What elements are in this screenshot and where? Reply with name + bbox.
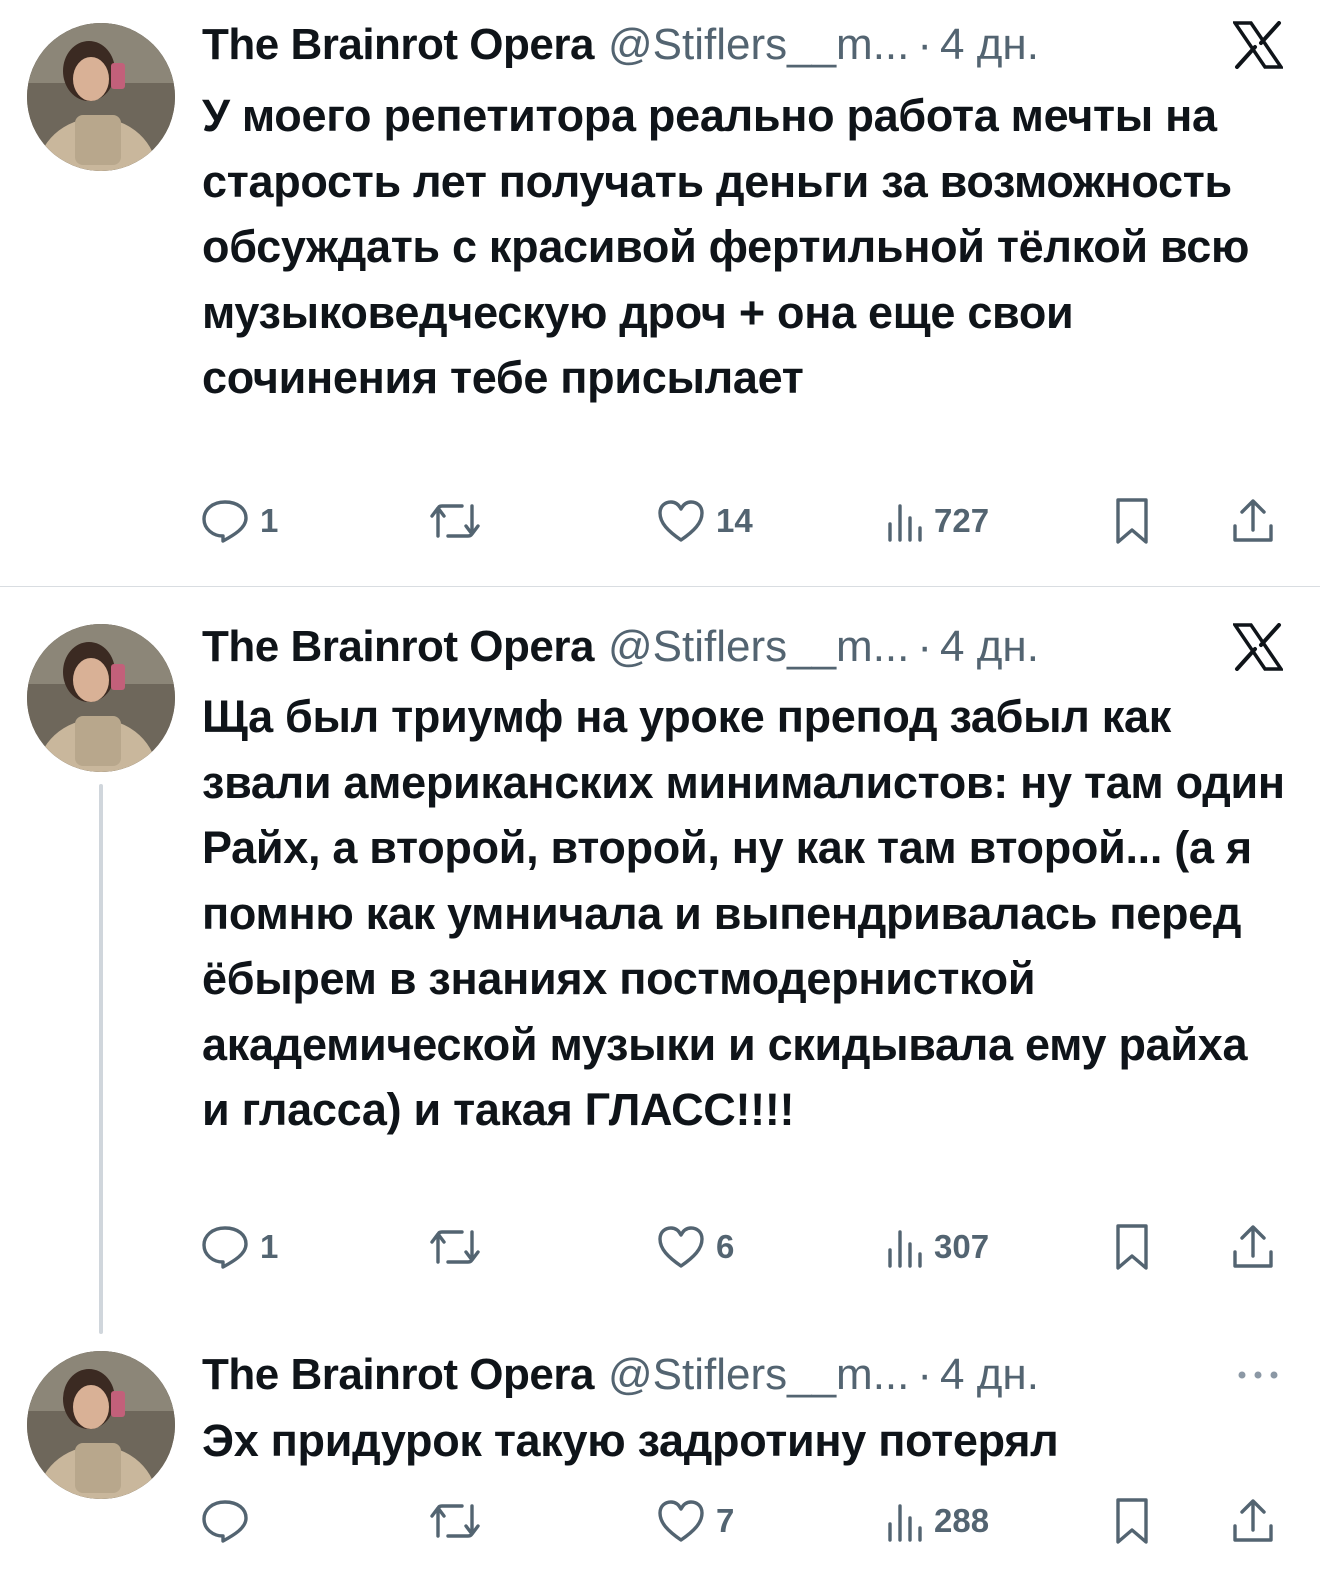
author-name[interactable]: The Brainrot Opera: [202, 20, 594, 70]
tweet-text: Эх придурок такую задротину потерял: [202, 1415, 1059, 1466]
bookmark-button[interactable]: [1112, 1217, 1152, 1277]
views-count: 288: [934, 1502, 990, 1539]
author-handle[interactable]: @Stiflers__m...: [608, 1350, 909, 1400]
tweet-header: The Brainrot Opera @Stiflers__m... · 4 д…: [202, 615, 1290, 679]
reply-button[interactable]: 1: [200, 1217, 278, 1277]
like-count: 6: [716, 1228, 735, 1265]
bookmark-button[interactable]: [1112, 1491, 1152, 1551]
tweet-1[interactable]: The Brainrot Opera @Stiflers__m... · 4 д…: [0, 0, 1320, 586]
timestamp[interactable]: 4 дн.: [940, 20, 1039, 70]
share-icon: [1233, 499, 1273, 542]
thread-connector-line: [99, 784, 103, 1334]
like-count: 7: [716, 1502, 735, 1539]
reply-icon: [202, 500, 248, 543]
separator-dot: ·: [917, 20, 933, 69]
views-icon: [888, 1230, 922, 1268]
tweet-actions: 1 14 727: [200, 491, 1280, 551]
avatar[interactable]: [27, 624, 175, 772]
reply-button[interactable]: [200, 1491, 260, 1551]
author-handle[interactable]: @Stiflers__m...: [608, 622, 909, 672]
tweet-header: The Brainrot Opera @Stiflers__m... · 4 д…: [202, 13, 1290, 77]
bookmark-icon: [1116, 1224, 1148, 1270]
timestamp[interactable]: 4 дн.: [940, 1350, 1039, 1400]
separator-dot: ·: [917, 622, 933, 671]
avatar-photo: [27, 1351, 175, 1499]
tweet-2[interactable]: The Brainrot Opera @Stiflers__m... · 4 д…: [0, 615, 1320, 1315]
reply-icon: [202, 1226, 248, 1269]
views-count: 727: [934, 502, 990, 539]
heart-icon: [658, 1226, 704, 1268]
share-button[interactable]: [1230, 1491, 1276, 1551]
bookmark-icon: [1116, 498, 1148, 544]
tweet-text: У моего репетитора реально работа мечты …: [202, 90, 1250, 403]
tweet-header: The Brainrot Opera @Stiflers__m... · 4 д…: [202, 1343, 1290, 1407]
repost-button[interactable]: [428, 1217, 492, 1277]
tweet-actions: 7 288: [200, 1491, 1280, 1551]
tweet-actions: 1 6 307: [200, 1217, 1280, 1277]
reply-button[interactable]: 1: [200, 491, 278, 551]
reply-icon: [202, 1500, 248, 1543]
more-icon[interactable]: [1226, 1343, 1290, 1407]
x-logo-icon[interactable]: [1226, 13, 1290, 77]
repost-icon: [430, 1230, 480, 1264]
like-button[interactable]: 14: [656, 491, 753, 551]
like-button[interactable]: 6: [656, 1217, 734, 1277]
avatar-photo: [27, 23, 175, 171]
share-button[interactable]: [1230, 491, 1276, 551]
author-handle[interactable]: @Stiflers__m...: [608, 20, 909, 70]
avatar-photo: [27, 624, 175, 772]
views-icon: [888, 504, 922, 542]
author-name[interactable]: The Brainrot Opera: [202, 622, 594, 672]
x-logo-icon[interactable]: [1226, 615, 1290, 679]
tweet-divider: [0, 586, 1320, 587]
repost-icon: [430, 1504, 480, 1538]
timestamp[interactable]: 4 дн.: [940, 622, 1039, 672]
reply-count: 1: [260, 1228, 279, 1265]
author-name[interactable]: The Brainrot Opera: [202, 1350, 594, 1400]
avatar[interactable]: [27, 23, 175, 171]
views-button[interactable]: 727: [884, 491, 989, 551]
share-button[interactable]: [1230, 1217, 1276, 1277]
reply-count: 1: [260, 502, 279, 539]
like-button[interactable]: 7: [656, 1491, 734, 1551]
views-button[interactable]: 307: [884, 1217, 989, 1277]
heart-icon: [658, 500, 704, 542]
share-icon: [1233, 1499, 1273, 1542]
repost-icon: [430, 504, 480, 538]
bookmark-icon: [1116, 1498, 1148, 1544]
share-icon: [1233, 1225, 1273, 1268]
heart-icon: [658, 1500, 704, 1542]
avatar[interactable]: [27, 1351, 175, 1499]
views-count: 307: [934, 1228, 990, 1265]
bookmark-button[interactable]: [1112, 491, 1152, 551]
tweet-text: Ща был триумф на уроке препод забыл как …: [202, 691, 1285, 1135]
like-count: 14: [716, 502, 753, 539]
separator-dot: ·: [917, 1350, 933, 1399]
repost-button[interactable]: [428, 491, 492, 551]
views-button[interactable]: 288: [884, 1491, 989, 1551]
tweet-3[interactable]: The Brainrot Opera @Stiflers__m... · 4 д…: [0, 1343, 1320, 1584]
repost-button[interactable]: [428, 1491, 492, 1551]
views-icon: [888, 1504, 922, 1542]
